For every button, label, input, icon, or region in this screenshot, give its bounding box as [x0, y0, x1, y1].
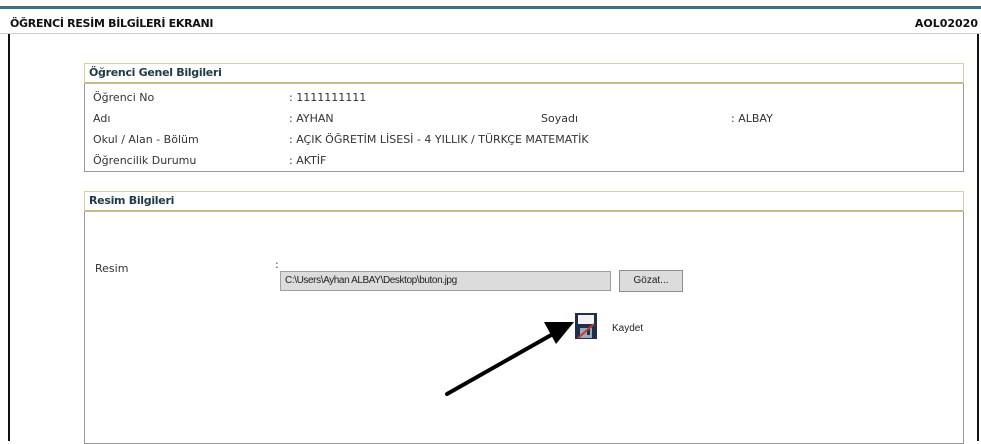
status-value: : AKTİF: [289, 154, 327, 167]
photo-label: Resim: [95, 262, 129, 275]
surname-label: Soyadı: [541, 112, 579, 125]
photo-info-section: Resim Bilgileri Resim : C:\Users\Ayhan A…: [84, 191, 964, 444]
photo-file-input[interactable]: C:\Users\Ayhan ALBAY\Desktop\buton.jpg: [280, 271, 611, 291]
screen-code: AOL02020: [914, 17, 978, 30]
info-row-status: Öğrencilik Durumu : AKTİF: [85, 150, 963, 171]
photo-colon: :: [275, 258, 279, 271]
frame-right-border: [977, 34, 979, 441]
general-info-body: Öğrenci No : 1111111111 Adı : AYHAN Soya…: [84, 84, 964, 172]
general-info-heading: Öğrenci Genel Bilgileri: [84, 63, 964, 84]
browse-button[interactable]: Gözat...: [619, 270, 683, 292]
info-row-student-no: Öğrenci No : 1111111111: [85, 87, 963, 108]
status-label: Öğrencilik Durumu: [93, 154, 197, 167]
save-button-label[interactable]: Kaydet: [612, 323, 643, 334]
student-no-value: : 1111111111: [289, 91, 367, 104]
general-info-section: Öğrenci Genel Bilgileri Öğrenci No : 111…: [84, 63, 964, 172]
info-row-name: Adı : AYHAN Soyadı : ALBAY: [85, 108, 963, 129]
frame-left-border: [8, 34, 10, 441]
surname-value: : ALBAY: [731, 112, 773, 125]
school-value: : AÇIK ÖĞRETİM LİSESİ - 4 YILLIK / TÜRKÇ…: [289, 133, 589, 146]
save-icon[interactable]: [574, 312, 598, 340]
student-no-label: Öğrenci No: [93, 91, 155, 104]
name-label: Adı: [93, 112, 111, 125]
info-row-school: Okul / Alan - Bölüm : AÇIK ÖĞRETİM LİSES…: [85, 129, 963, 150]
school-label: Okul / Alan - Bölüm: [93, 133, 199, 146]
screen-title: ÖĞRENCİ RESİM BİLGİLERİ EKRANI: [10, 17, 214, 30]
title-bar: ÖĞRENCİ RESİM BİLGİLERİ EKRANI AOL02020: [0, 9, 981, 34]
name-value: : AYHAN: [289, 112, 334, 125]
photo-info-body: Resim : C:\Users\Ayhan ALBAY\Desktop\but…: [84, 212, 964, 444]
photo-info-heading: Resim Bilgileri: [84, 191, 964, 212]
